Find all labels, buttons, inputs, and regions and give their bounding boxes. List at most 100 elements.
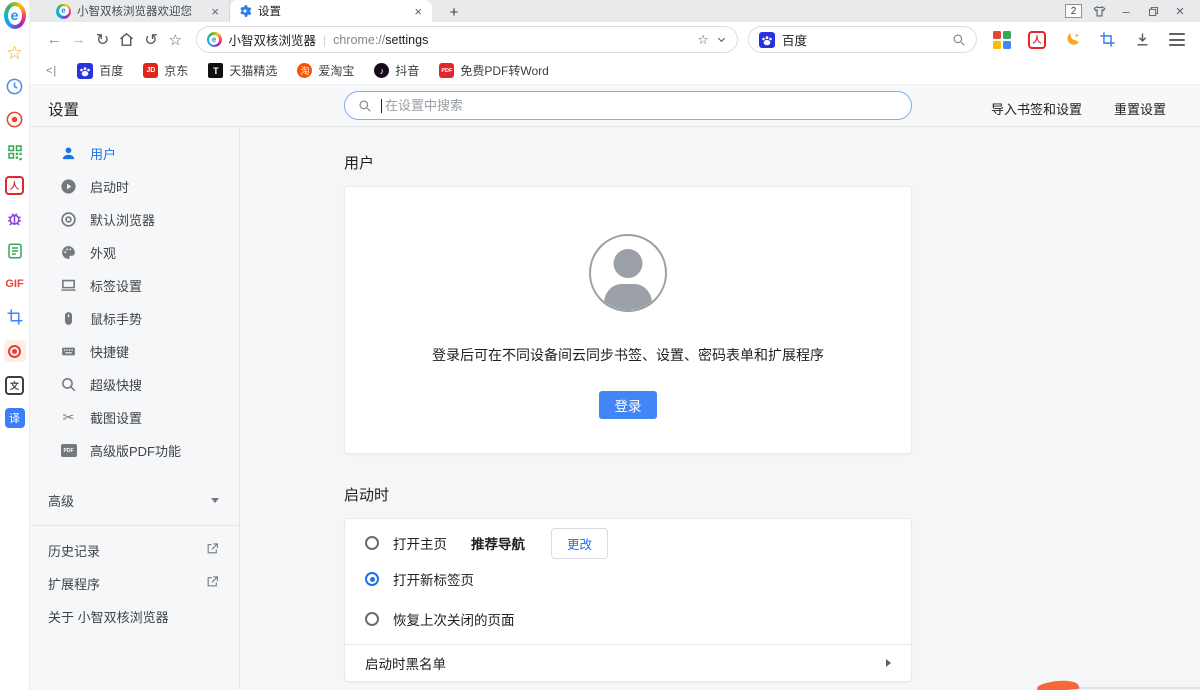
back-icon[interactable]: ←: [42, 27, 66, 53]
apps-grid-icon[interactable]: [991, 29, 1013, 51]
reload-icon[interactable]: ↻: [91, 27, 115, 53]
sidebar-advanced-toggle[interactable]: 高级: [30, 483, 239, 517]
scan-translate-icon[interactable]: 文: [4, 375, 26, 395]
browser-window: e ☆ 人 GIF: [0, 0, 1200, 690]
tab-count-badge[interactable]: 2: [1065, 4, 1082, 18]
gear-icon: [238, 4, 252, 18]
tab-title: 小智双核浏览器欢迎您: [77, 3, 203, 19]
douyin-icon: ♪: [374, 63, 389, 78]
external-link-icon: [206, 542, 219, 560]
collapse-bookmarks-icon[interactable]: <|: [46, 65, 57, 77]
pdf-reader-icon[interactable]: 人: [1026, 29, 1048, 51]
import-bookmarks-button[interactable]: 导入书签和设置: [991, 99, 1082, 118]
baidu-paw-icon: [759, 32, 775, 48]
new-tab-button[interactable]: +: [442, 2, 466, 22]
quick-search-box[interactable]: 百度: [748, 26, 977, 53]
tab-settings[interactable]: 设置 ×: [230, 0, 432, 22]
play-circle-icon: [60, 178, 77, 195]
tmall-icon: T: [208, 63, 223, 78]
sidebar-item-quick-search[interactable]: 超级快搜: [30, 368, 239, 401]
sidebar-item-appearance[interactable]: 外观: [30, 236, 239, 269]
plugin-bug-icon[interactable]: [4, 208, 26, 228]
night-mode-moon-icon[interactable]: [1061, 29, 1083, 51]
translate-icon[interactable]: 译: [4, 408, 26, 428]
settings-page: 设置 导入书签和设置 重置设置 用户: [30, 85, 1200, 690]
url-scheme: chrome://: [333, 33, 385, 47]
gif-recorder-icon[interactable]: GIF: [4, 274, 26, 294]
toolbar-extensions: 人: [991, 29, 1188, 51]
bookmark-douyin[interactable]: ♪ 抖音: [374, 62, 419, 79]
sidebar-item-screenshot[interactable]: ✂ 截图设置: [30, 401, 239, 434]
homepage-current-value: 推荐导航: [471, 533, 525, 553]
bookmark-tmall[interactable]: T 天猫精选: [208, 62, 277, 79]
sidebar-item-tab-settings[interactable]: 标签设置: [30, 269, 239, 302]
sidebar-item-user[interactable]: 用户: [30, 137, 239, 170]
radio-unchecked[interactable]: [365, 612, 379, 626]
home-icon[interactable]: [115, 27, 139, 53]
restore-button[interactable]: [1143, 2, 1163, 20]
qr-code-icon[interactable]: [4, 142, 26, 162]
sidebar-item-shortcuts[interactable]: 快捷键: [30, 335, 239, 368]
weibo-icon[interactable]: [4, 340, 26, 362]
startup-blacklist-row[interactable]: 启动时黑名单: [345, 644, 911, 681]
minimize-button[interactable]: –: [1116, 2, 1136, 20]
sidebar-item-default-browser[interactable]: 默认浏览器: [30, 203, 239, 236]
forward-icon[interactable]: →: [66, 27, 90, 53]
reset-settings-button[interactable]: 重置设置: [1114, 99, 1166, 118]
palette-icon: [60, 244, 77, 261]
startup-option-restore: 恢复上次关闭的页面: [345, 599, 911, 639]
favorites-star-icon[interactable]: ☆: [4, 43, 26, 63]
sidebar-item-about[interactable]: 关于 小智双核浏览器: [30, 600, 239, 633]
text-cursor: [381, 99, 382, 113]
tab-welcome[interactable]: e 小智双核浏览器欢迎您 ×: [48, 0, 230, 22]
settings-content: 用户 登录后可在不同设备间云同步书签、设置、密码表单和扩展程序 登录 启动时 打…: [240, 127, 1200, 689]
search-icon: [358, 99, 372, 113]
sidebar-item-history[interactable]: 历史记录: [30, 534, 239, 567]
pdf-tool-icon[interactable]: 人: [4, 175, 26, 195]
bookmark-jd[interactable]: JD 京东: [143, 62, 188, 79]
url-path: settings: [385, 33, 428, 47]
tab-title: 设置: [258, 3, 406, 19]
jd-icon: JD: [143, 63, 158, 78]
screenshot-crop-icon[interactable]: [1096, 29, 1118, 51]
chevron-down-icon[interactable]: [716, 34, 727, 45]
sidebar-item-startup[interactable]: 启动时: [30, 170, 239, 203]
sidebar-item-pdf-advanced[interactable]: PDF 高级版PDF功能: [30, 434, 239, 467]
radio-unchecked[interactable]: [365, 536, 379, 550]
search-engine-label: 百度: [782, 30, 945, 49]
search-icon[interactable]: [952, 33, 966, 47]
keyboard-icon: [60, 343, 77, 360]
bookmark-star-icon[interactable]: ☆: [163, 27, 187, 53]
screenshot-crop-icon[interactable]: [4, 307, 26, 327]
radio-checked[interactable]: [365, 572, 379, 586]
laptop-icon: [60, 277, 77, 294]
undo-icon[interactable]: ↺: [139, 27, 163, 53]
screen-record-icon[interactable]: [4, 109, 26, 129]
bookmark-pdf2word[interactable]: PDF 免费PDF转Word: [439, 62, 548, 79]
bookmark-baidu[interactable]: 百度: [77, 62, 123, 79]
browser-logo-icon[interactable]: e: [4, 2, 26, 29]
tab-close-icon[interactable]: ×: [209, 5, 221, 18]
favorite-star-icon[interactable]: ☆: [697, 32, 709, 48]
sidebar-item-mouse-gestures[interactable]: 鼠标手势: [30, 302, 239, 335]
avatar: [589, 234, 667, 312]
theme-shirt-icon[interactable]: [1089, 2, 1109, 20]
chevron-right-icon: [886, 659, 891, 667]
tab-close-icon[interactable]: ×: [412, 5, 424, 18]
address-bar[interactable]: e 小智双核浏览器 | chrome:// settings ☆: [196, 26, 738, 53]
close-window-button[interactable]: ×: [1170, 2, 1190, 20]
history-clock-icon[interactable]: [4, 76, 26, 96]
url-brand: 小智双核浏览器: [229, 30, 317, 49]
url-separator: |: [323, 33, 326, 47]
settings-search-box[interactable]: [344, 91, 912, 120]
menu-hamburger-icon[interactable]: [1166, 29, 1188, 51]
reading-list-icon[interactable]: [4, 241, 26, 261]
download-icon[interactable]: [1131, 29, 1153, 51]
change-homepage-button[interactable]: 更改: [551, 528, 608, 559]
settings-header: 设置 导入书签和设置 重置设置: [30, 85, 1200, 127]
login-button[interactable]: 登录: [599, 391, 657, 419]
user-card: 登录后可在不同设备间云同步书签、设置、密码表单和扩展程序 登录: [344, 186, 912, 454]
sidebar-item-extensions[interactable]: 扩展程序: [30, 567, 239, 600]
settings-search-input[interactable]: [385, 98, 898, 113]
bookmark-taobao[interactable]: 淘 爱淘宝: [297, 62, 354, 79]
